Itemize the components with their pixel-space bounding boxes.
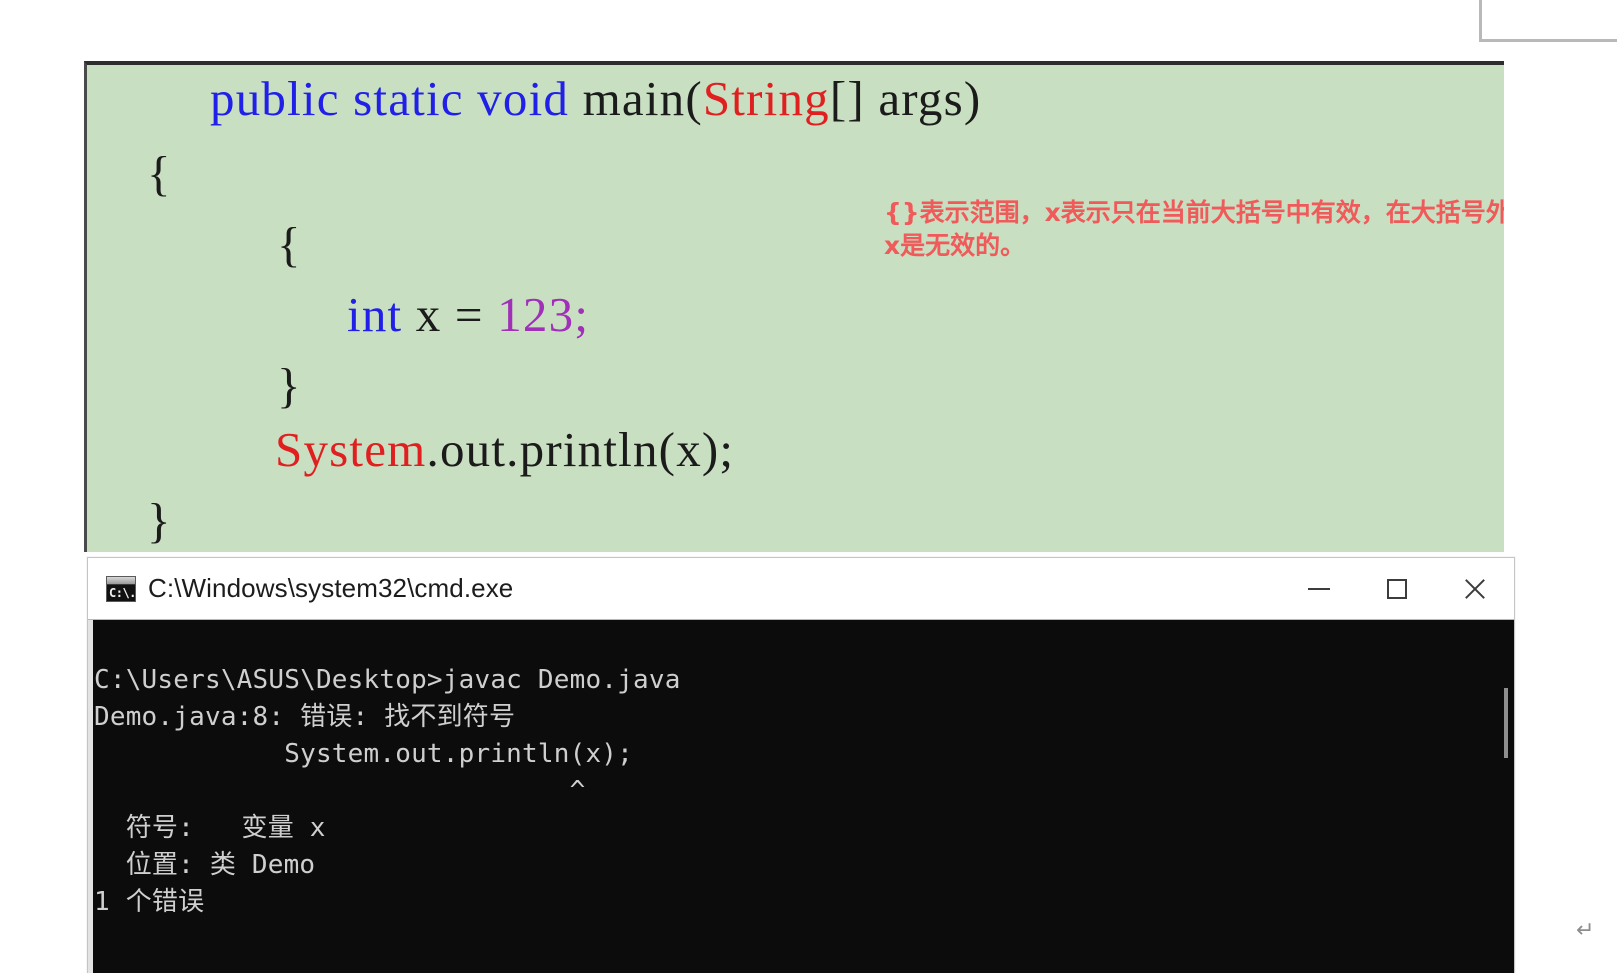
- maximize-button[interactable]: [1358, 558, 1436, 619]
- code-token-brace: {: [147, 146, 172, 201]
- cmd-console-area[interactable]: C:\Users\ASUS\Desktop>javac Demo.java De…: [88, 619, 1514, 973]
- code-token-number: 123: [497, 287, 575, 342]
- code-line-6: System.out.println(x);: [275, 425, 734, 474]
- document-page: public static void main(String[] args) {…: [0, 0, 1617, 973]
- code-line-1: public static void main(String[] args): [210, 74, 981, 123]
- code-annotation-note: {}表示范围，x表示只在当前大括号中有效，在大括号外x是无效的。: [884, 198, 1504, 260]
- code-token-plain: x =: [402, 287, 498, 342]
- close-icon: [1462, 576, 1488, 602]
- page-margin-corner-top-right: [1479, 0, 1617, 42]
- cmd-icon: [106, 575, 136, 602]
- code-token-brace: {: [277, 217, 302, 272]
- console-scrollbar[interactable]: [1496, 620, 1514, 973]
- window-controls: [1280, 558, 1514, 619]
- code-line-2: {: [147, 149, 172, 198]
- code-token-keyword: int: [347, 287, 403, 342]
- code-token-semicolon: ;: [574, 287, 590, 342]
- console-left-edge: [88, 620, 93, 973]
- cmd-titlebar[interactable]: C:\Windows\system32\cmd.exe: [88, 558, 1514, 619]
- console-scrollbar-thumb[interactable]: [1504, 688, 1508, 758]
- code-token-plain: main(: [582, 71, 703, 126]
- code-token-plain: .out.println(x);: [426, 422, 735, 477]
- cmd-window: C:\Windows\system32\cmd.exe C:\Users\ASU…: [87, 557, 1515, 973]
- code-token-brace: }: [147, 493, 172, 548]
- code-line-5: }: [277, 361, 302, 410]
- code-token-plain: [] args): [829, 71, 982, 126]
- code-line-3: {: [277, 220, 302, 269]
- maximize-icon: [1387, 578, 1407, 599]
- code-screenshot-block: public static void main(String[] args) {…: [84, 61, 1504, 552]
- minimize-button[interactable]: [1280, 558, 1358, 619]
- code-line-7: }: [147, 496, 172, 545]
- code-line-4: int x = 123;: [347, 290, 589, 339]
- console-output-text: C:\Users\ASUS\Desktop>javac Demo.java De…: [94, 665, 681, 917]
- code-token-type: String: [702, 71, 830, 126]
- minimize-icon: [1308, 587, 1330, 590]
- cmd-window-title: C:\Windows\system32\cmd.exe: [148, 573, 514, 603]
- paragraph-mark: ↵: [1576, 918, 1595, 943]
- code-token-keyword: public static void: [210, 71, 583, 126]
- code-token-brace: }: [87, 549, 104, 552]
- code-token-type: System: [275, 422, 427, 477]
- code-token-brace: }: [277, 358, 302, 413]
- close-button[interactable]: [1436, 558, 1514, 619]
